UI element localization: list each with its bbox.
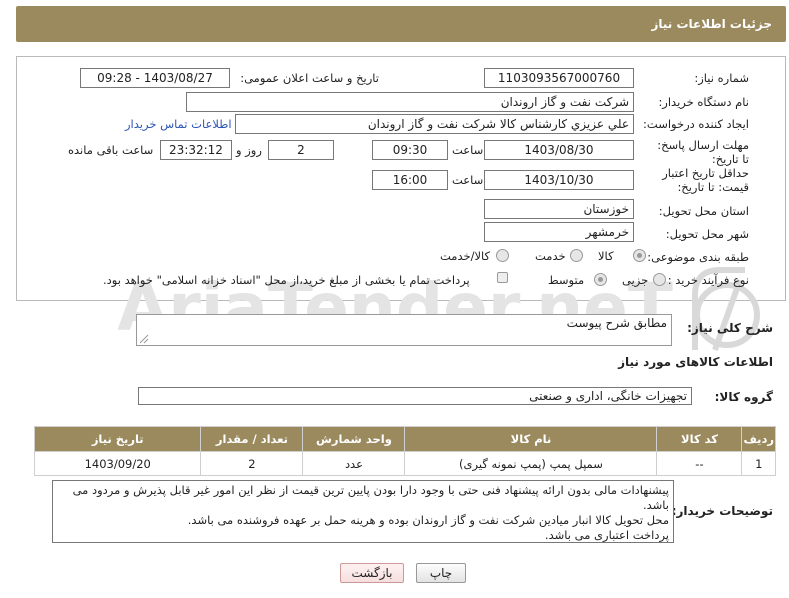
process-minor-label: جزیی [622, 273, 649, 287]
col-unit-header: واحد شمارش [302, 426, 406, 452]
category-both-label: کالا/خدمت [440, 249, 491, 263]
need-number-label: شماره نیاز: [694, 71, 749, 85]
col-date-header: تاریخ نیاز [33, 426, 202, 452]
buyer-notes-field[interactable]: پیشنهادات مالی بدون ارائه پیشنهاد فنی حت… [52, 480, 674, 543]
cell-unit: عدد [302, 451, 406, 476]
reply-deadline-label: مهلت ارسال پاسخ: تا تاریخ: [657, 138, 749, 166]
category-goods-label: کالا [598, 249, 614, 263]
buyer-note-line: پیشنهادات مالی بدون ارائه پیشنهاد فنی حت… [72, 483, 669, 512]
goods-group-field: تجهیزات خانگی، اداری و صنعتی [138, 387, 692, 405]
remaining-time-label: ساعت باقی مانده [68, 143, 154, 157]
back-button[interactable]: بازگشت [340, 563, 404, 583]
cell-code: -- [656, 451, 743, 476]
buyer-note-line: پرداخت اعتباری می باشد. [544, 528, 669, 542]
col-name-header: نام کالا [404, 426, 658, 452]
cell-need-date: 1403/09/20 [33, 451, 202, 476]
remaining-days-field: 2 [268, 140, 334, 160]
treasury-payment-checkbox[interactable] [497, 272, 508, 283]
description-label: شرح کلی نیاز: [687, 321, 773, 335]
delivery-province-field: خوزستان [484, 199, 634, 219]
print-button[interactable]: چاپ [416, 563, 466, 583]
process-minor-radio[interactable] [653, 273, 666, 286]
requester-label: ایجاد کننده درخواست: [643, 117, 749, 131]
goods-info-title: اطلاعات کالاهای مورد نیاز [618, 355, 773, 369]
announce-date-field: 1403/08/27 - 09:28 [80, 68, 230, 88]
resize-grip-icon[interactable] [139, 334, 149, 344]
announce-date-label: تاریخ و ساعت اعلان عمومی: [240, 71, 379, 85]
reply-deadline-date: 1403/08/30 [484, 140, 634, 160]
process-type-label: نوع فرآیند خرید : [667, 273, 749, 287]
category-label: طبقه بندی موضوعی: [647, 250, 749, 264]
page-title: جزئیات اطلاعات نیاز [16, 6, 786, 42]
category-goods-radio[interactable] [633, 249, 646, 262]
reply-deadline-time: 09:30 [372, 140, 448, 160]
remaining-time-field: 23:32:12 [160, 140, 232, 160]
delivery-province-label: استان محل تحویل: [658, 204, 749, 218]
buyer-contact-link[interactable]: اطلاعات تماس خریدار [125, 117, 232, 131]
treasury-payment-text: پرداخت تمام یا بخشی از مبلغ خرید،از محل … [103, 273, 470, 287]
buyer-note-line: محل تحویل کالا انبار میادین شرکت نفت و گ… [187, 513, 669, 527]
cell-quantity: 2 [200, 451, 304, 476]
process-medium-label: متوسط [548, 273, 585, 287]
need-number-field: 1103093567000760 [484, 68, 634, 88]
col-qty-header: تعداد / مقدار [200, 426, 304, 452]
goods-group-label: گروه کالا: [714, 390, 773, 404]
delivery-city-label: شهر محل تحویل: [665, 227, 749, 241]
requester-field: علي عزيزي كارشناس كالا شرکت نفت و گاز ار… [235, 114, 634, 134]
price-time-label: ساعت [452, 173, 484, 187]
description-field[interactable]: مطابق شرح پیوست [136, 314, 672, 346]
process-medium-radio[interactable] [594, 273, 607, 286]
cell-name: سمپل پمپ (پمپ نمونه گیری) [404, 451, 658, 476]
col-code-header: کد کالا [656, 426, 743, 452]
reply-time-label: ساعت [452, 143, 484, 157]
items-table: ردیف کد کالا نام کالا واحد شمارش تعداد /… [33, 426, 776, 476]
buyer-notes-label: توضیحات خریدار: [671, 504, 773, 518]
table-row[interactable]: 1 -- سمپل پمپ (پمپ نمونه گیری) عدد 2 140… [33, 451, 776, 476]
category-service-radio[interactable] [570, 249, 583, 262]
delivery-city-field: خرمشهر [484, 222, 634, 242]
description-text: مطابق شرح پیوست [566, 316, 667, 330]
price-validity-date: 1403/10/30 [484, 170, 634, 190]
category-both-radio[interactable] [496, 249, 509, 262]
category-service-label: خدمت [535, 249, 566, 263]
buyer-org-field: شرکت نفت و گاز اروندان [186, 92, 634, 112]
buyer-org-label: نام دستگاه خریدار: [658, 95, 749, 109]
table-header-row: ردیف کد کالا نام کالا واحد شمارش تعداد /… [33, 426, 776, 452]
price-validity-label: حداقل تاریخ اعتبار قیمت: تا تاریخ: [662, 166, 749, 194]
price-validity-time: 16:00 [372, 170, 448, 190]
days-label: روز و [236, 143, 262, 157]
cell-row-number: 1 [741, 451, 776, 476]
col-row-header: ردیف [741, 426, 776, 452]
